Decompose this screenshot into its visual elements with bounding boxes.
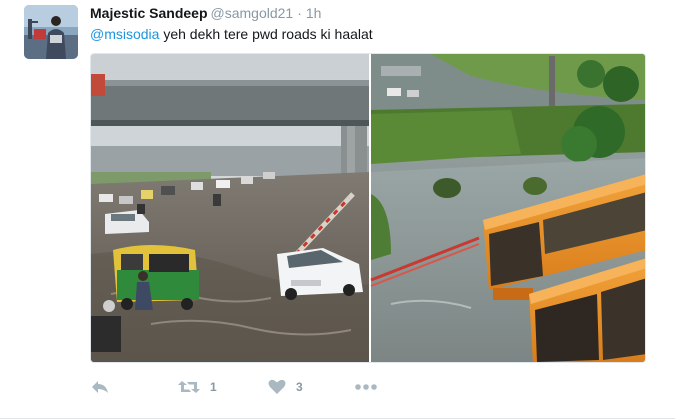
retweet-button[interactable]: 1 bbox=[178, 377, 217, 397]
more-dots-icon bbox=[355, 384, 377, 390]
tweet-text-body: yeh dekh tere pwd roads ki haalat bbox=[159, 26, 373, 42]
heart-icon bbox=[268, 379, 286, 394]
author-name[interactable]: Majestic Sandeep bbox=[90, 5, 208, 21]
avatar-image bbox=[24, 5, 78, 59]
more-button[interactable] bbox=[354, 377, 378, 397]
tweet-header: Majestic Sandeep @samgold21 · 1h bbox=[90, 4, 321, 22]
like-count: 3 bbox=[296, 380, 303, 394]
avatar[interactable] bbox=[24, 5, 78, 59]
author-handle[interactable]: @samgold21 bbox=[211, 5, 294, 21]
right-photo bbox=[370, 54, 645, 362]
tweet[interactable]: Majestic Sandeep @samgold21 · 1h @msisodia … bbox=[0, 0, 675, 419]
like-button[interactable]: 3 bbox=[268, 377, 303, 397]
tweet-timestamp[interactable]: 1h bbox=[306, 5, 322, 21]
mention-link[interactable]: @msisodia bbox=[90, 26, 159, 42]
reply-button[interactable] bbox=[90, 377, 110, 397]
left-photo bbox=[91, 54, 369, 362]
media-image bbox=[91, 54, 645, 362]
tweet-media[interactable] bbox=[90, 53, 646, 363]
header-separator: · bbox=[297, 5, 302, 21]
tweet-text: @msisodia yeh dekh tere pwd roads ki haa… bbox=[90, 25, 373, 43]
retweet-icon bbox=[178, 381, 200, 393]
retweet-count: 1 bbox=[210, 380, 217, 394]
reply-arrow-icon bbox=[92, 381, 108, 393]
